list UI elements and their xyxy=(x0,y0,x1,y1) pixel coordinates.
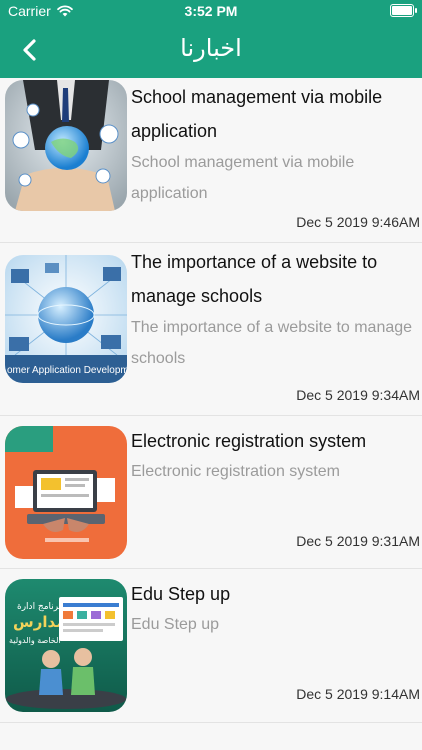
clock: 3:52 PM xyxy=(184,3,238,19)
news-item[interactable]: Electronic registration system Electroni… xyxy=(0,416,422,569)
news-list[interactable]: School management via mobile application… xyxy=(0,78,422,750)
news-date: Dec 5 2019 9:14AM xyxy=(296,686,420,702)
page-title: اخبارنا xyxy=(180,35,242,62)
news-date: Dec 5 2019 9:34AM xyxy=(296,387,420,403)
status-bar: Carrier 3:52 PM xyxy=(0,0,422,22)
app-header: Carrier 3:52 PM اخبارنا xyxy=(0,0,422,78)
news-date: Dec 5 2019 9:31AM xyxy=(296,533,420,549)
news-subtitle: Edu Step up xyxy=(131,616,220,633)
news-thumbnail xyxy=(5,80,127,211)
registration-illustration-image xyxy=(5,426,127,559)
news-date: Dec 5 2019 9:46AM xyxy=(296,214,420,230)
news-title: School management via mobile application xyxy=(131,87,383,141)
news-thumbnail xyxy=(5,426,127,559)
news-thumbnail: omer Application Developm xyxy=(5,255,127,383)
thumbnail-caption: الخاصة والدولية xyxy=(9,636,61,645)
news-title: Electronic registration system xyxy=(131,431,367,451)
network-globe-image: omer Application Developm xyxy=(5,255,127,383)
news-thumbnail: برنامج ادارة المدارس الخاصة والدولية xyxy=(5,579,127,712)
news-subtitle: School management via mobile application xyxy=(131,154,355,202)
news-item[interactable]: برنامج ادارة المدارس الخاصة والدولية Edu… xyxy=(0,569,422,723)
battery-icon xyxy=(390,4,417,17)
globe-hand-image xyxy=(5,80,127,211)
thumbnail-caption: omer Application Developm xyxy=(7,365,127,376)
news-title: The importance of a website to manage sc… xyxy=(131,252,378,306)
news-title: Edu Step up xyxy=(131,584,231,604)
navigation-bar: اخبارنا xyxy=(0,22,422,78)
news-subtitle: The importance of a website to manage sc… xyxy=(131,319,413,367)
thumbnail-caption: برنامج ادارة xyxy=(17,602,61,612)
news-item[interactable]: omer Application Developm The importance… xyxy=(0,243,422,416)
news-item[interactable]: School management via mobile application… xyxy=(0,78,422,243)
edu-step-up-image: برنامج ادارة المدارس الخاصة والدولية xyxy=(5,579,127,712)
news-subtitle: Electronic registration system xyxy=(131,463,340,480)
